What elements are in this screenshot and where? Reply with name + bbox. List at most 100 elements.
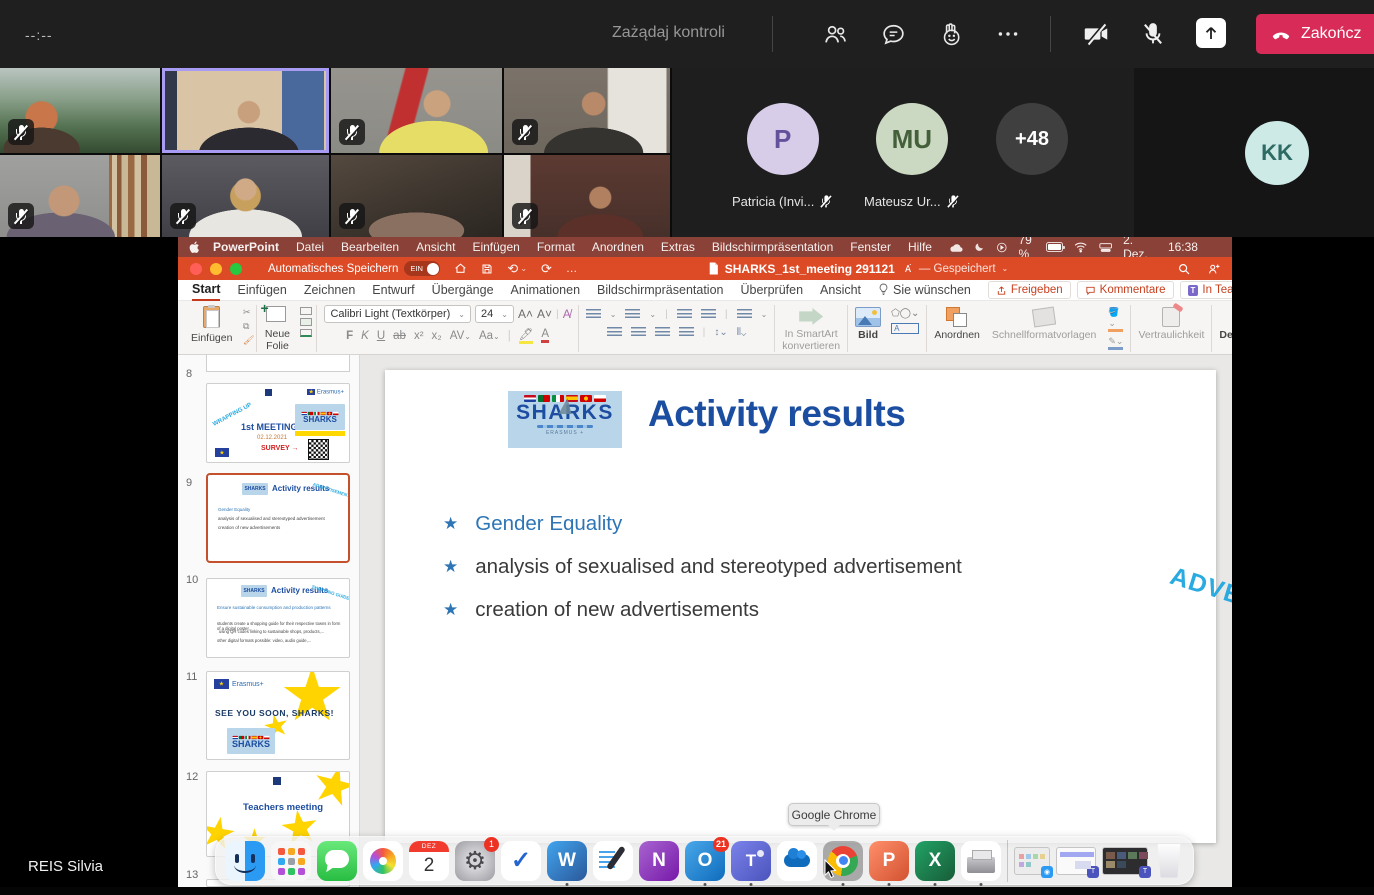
end-call-button[interactable]: Zakończ [1256, 14, 1374, 54]
request-control-button[interactable]: Zażądaj kontroli [612, 24, 725, 42]
dock-launchpad-icon[interactable] [271, 841, 311, 881]
sensitivity-icon[interactable] [1162, 307, 1180, 327]
dock-notes-icon[interactable] [593, 841, 633, 881]
paste-button[interactable] [199, 306, 225, 330]
reactions-button[interactable] [933, 18, 967, 50]
picture-icon[interactable] [855, 307, 881, 327]
shape-outline-button[interactable]: ✎⌄ [1108, 336, 1123, 350]
participants-button[interactable] [818, 18, 852, 50]
tab-bildschirmpraesentation[interactable]: Bildschirmpräsentation [597, 281, 723, 300]
close-window-button[interactable] [190, 263, 202, 275]
font-name-select[interactable]: Calibri Light (Textkörper)⌄ [324, 305, 471, 323]
menu-bearbeiten[interactable]: Bearbeiten [341, 240, 399, 254]
zoom-window-button[interactable] [230, 263, 242, 275]
menu-einfuegen[interactable]: Einfügen [472, 240, 519, 254]
slide-thumbnail-9-selected[interactable]: SHARKS Activity results ADVERTISEMENTS G… [206, 473, 350, 563]
sidecar-display-icon[interactable] [1099, 242, 1112, 253]
bullet-list-button[interactable] [586, 309, 601, 320]
mic-off-button[interactable] [1136, 18, 1170, 50]
text-direction-button[interactable]: ↕⌄ [714, 327, 727, 338]
participant-avatar[interactable]: MU Mateusz Ur... [864, 103, 960, 209]
camera-off-button[interactable] [1079, 18, 1113, 50]
new-slide-button[interactable] [264, 306, 290, 326]
document-title[interactable]: SHARKS_1st_meeting 291121 [725, 262, 895, 276]
tab-sie-wuenschen[interactable]: Sie wünschen [878, 281, 971, 300]
video-tile[interactable] [0, 155, 160, 237]
layout-button[interactable] [300, 307, 312, 315]
menu-hilfe[interactable]: Hilfe [908, 240, 932, 254]
video-tile-active-speaker[interactable] [162, 68, 329, 153]
dock-powerpoint-icon[interactable]: P [869, 841, 909, 881]
search-icon[interactable] [1177, 262, 1191, 276]
menu-anordnen[interactable]: Anordnen [592, 240, 644, 254]
smartart-icon[interactable] [799, 308, 823, 325]
underline-button[interactable]: U [377, 330, 385, 342]
highlight-color-button[interactable]: 🖊 [519, 327, 534, 344]
saved-status[interactable]: — Gespeichert [919, 263, 996, 275]
minimized-teams-meeting-window[interactable]: T [1102, 847, 1148, 875]
numbered-list-button[interactable] [625, 309, 640, 320]
minimized-finder-window[interactable]: ◉ [1014, 847, 1050, 875]
superscript-button[interactable]: x² [414, 330, 424, 342]
slide-thumbnail-8[interactable]: Erasmus+ WRAPPING UP 1st MEETING 02.12.2… [206, 383, 350, 463]
dock-messages-icon[interactable] [317, 841, 357, 881]
minimize-window-button[interactable] [210, 263, 222, 275]
slide-thumbnail-10[interactable]: SHARKS Activity results SHOPPING GUIDE E… [206, 578, 350, 658]
video-tile[interactable] [331, 155, 502, 237]
align-left-button[interactable] [607, 327, 622, 338]
video-tile[interactable] [331, 68, 502, 153]
overflow-participants-avatar[interactable]: +48 [996, 103, 1068, 175]
tab-animationen[interactable]: Animationen [511, 281, 581, 300]
onedrive-status-icon[interactable] [949, 242, 963, 253]
dock-system-preferences-icon[interactable]: 1⚙ [455, 841, 495, 881]
cut-button[interactable]: ✂ [243, 307, 254, 318]
home-button[interactable] [454, 262, 467, 275]
menu-bildschirmpraesentation[interactable]: Bildschirmpräsentation [712, 240, 833, 254]
font-color-button[interactable]: A [541, 328, 549, 343]
dock-word-icon[interactable]: W [547, 841, 587, 881]
minimized-teams-window[interactable]: T [1056, 847, 1096, 875]
increase-font-button[interactable]: A˄ [518, 307, 533, 321]
do-not-disturb-icon[interactable] [974, 241, 985, 253]
increase-indent-button[interactable] [701, 309, 716, 320]
tab-ansicht[interactable]: Ansicht [820, 281, 861, 300]
tab-entwurf[interactable]: Entwurf [372, 281, 414, 300]
share-document-icon[interactable] [1207, 262, 1222, 276]
section-button[interactable] [300, 329, 312, 337]
titlebar-more-button[interactable]: … [566, 263, 579, 275]
tab-zeichnen[interactable]: Zeichnen [304, 281, 355, 300]
align-center-button[interactable] [631, 327, 646, 338]
self-view-panel[interactable]: KK [1134, 68, 1374, 237]
menu-ansicht[interactable]: Ansicht [416, 240, 455, 254]
bold-button[interactable]: F [346, 330, 353, 342]
dock-outlook-icon[interactable]: 21O [685, 841, 725, 881]
slide-thumbnail-11[interactable]: ★ ★ Erasmus+ SEE YOU SOON, SHARKS! SHARK… [206, 671, 350, 760]
shapes-button[interactable]: ⬠◯⌄ [891, 308, 919, 319]
more-options-button[interactable] [991, 18, 1025, 50]
subscript-button[interactable]: x₂ [432, 330, 442, 342]
format-painter-button[interactable]: 🖌 [243, 335, 254, 346]
video-tile[interactable] [504, 68, 670, 153]
video-tile[interactable] [162, 155, 329, 237]
dock-onedrive-icon[interactable] [777, 841, 817, 881]
share-screen-button[interactable] [1196, 18, 1226, 48]
dock-onenote-icon[interactable]: N [639, 841, 679, 881]
video-tile[interactable] [504, 155, 670, 237]
redo-button[interactable]: ⟳ [541, 261, 552, 277]
quick-styles-icon[interactable] [1032, 307, 1056, 328]
video-tile[interactable] [0, 68, 160, 153]
menu-fenster[interactable]: Fenster [850, 240, 891, 254]
tab-start[interactable]: Start [192, 280, 220, 301]
tab-ueberpruefen[interactable]: Überprüfen [740, 281, 803, 300]
undo-button[interactable]: ⟲⌄ [507, 261, 527, 277]
decrease-font-button[interactable]: A˅ [537, 307, 552, 321]
menubar-time[interactable]: 16:38 [1168, 240, 1198, 254]
autosave-toggle[interactable]: EIN [404, 261, 440, 276]
copy-button[interactable]: ⧉ [243, 321, 254, 332]
tab-uebergaenge[interactable]: Übergänge [432, 281, 494, 300]
shape-fill-button[interactable]: 🪣⌄ [1108, 307, 1123, 332]
screen-mirroring-icon[interactable] [996, 241, 1008, 254]
wifi-icon[interactable] [1074, 241, 1087, 253]
dock-excel-icon[interactable]: X [915, 841, 955, 881]
columns-button[interactable]: ⫴⌄ [737, 327, 747, 338]
